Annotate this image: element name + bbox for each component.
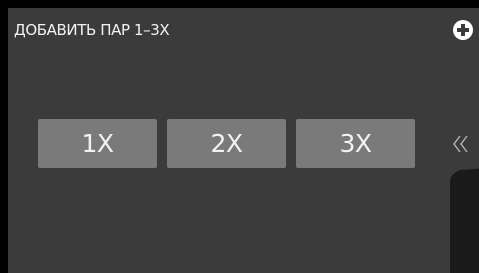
page-title: ДОБАВИТЬ ПАР 1–3X [14, 21, 170, 39]
collapse-button[interactable] [452, 131, 472, 157]
multiplier-1x-button[interactable]: 1X [38, 119, 157, 168]
double-chevron-left-icon [453, 135, 468, 153]
side-drawer-panel[interactable] [448, 168, 479, 273]
multiplier-2x-button[interactable]: 2X [167, 119, 286, 168]
add-pair-panel: ДОБАВИТЬ ПАР 1–3X 1X 2X 3X [8, 8, 479, 273]
add-button[interactable] [453, 20, 473, 40]
multiplier-3x-button[interactable]: 3X [296, 119, 415, 168]
plus-circle-icon [457, 24, 469, 36]
screen: ДОБАВИТЬ ПАР 1–3X 1X 2X 3X [0, 0, 479, 273]
